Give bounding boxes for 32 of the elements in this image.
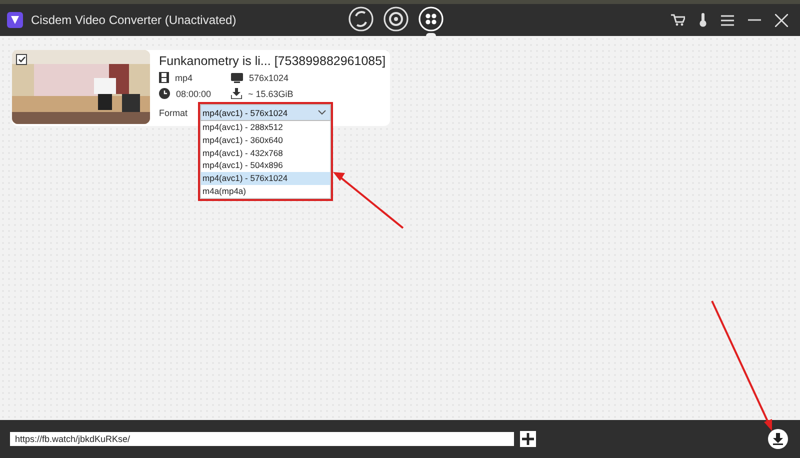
close-icon[interactable]	[775, 14, 788, 26]
format-option[interactable]: mp4(avc1) - 360x640	[200, 134, 330, 147]
monitor-icon	[231, 72, 243, 82]
minimize-icon[interactable]	[748, 19, 761, 21]
checkbox[interactable]	[16, 54, 27, 65]
resolution: 576x1024	[249, 72, 289, 82]
duration: 08:00:00	[176, 88, 212, 98]
menu-icon[interactable]	[721, 14, 734, 26]
format-option[interactable]: m4a(mp4a)	[200, 184, 330, 198]
format-option[interactable]: mp4(avc1) - 576x1024	[200, 172, 330, 185]
add-button[interactable]	[520, 431, 536, 447]
format-dropdown[interactable]: mp4(avc1) - 576x1024	[200, 104, 331, 121]
format-option[interactable]: mp4(avc1) - 504x896	[200, 159, 330, 172]
film-icon	[159, 72, 169, 83]
cart-icon[interactable]	[671, 14, 685, 26]
chevron-down-icon	[318, 110, 326, 115]
download-button[interactable]	[768, 429, 788, 449]
video-title: Funkanometry is li... [753899882961085]	[159, 54, 386, 68]
download-icon	[231, 88, 242, 99]
download-arrow-icon	[773, 433, 783, 445]
clock-icon	[159, 88, 170, 99]
format-label: Format	[159, 108, 188, 118]
url-field[interactable]: https://fb.watch/jbkdKuRKse/	[10, 432, 514, 446]
app-logo-icon	[7, 12, 23, 28]
thermometer-icon[interactable]	[699, 13, 707, 27]
window-title: Cisdem Video Converter (Unactivated)	[31, 13, 236, 27]
download-tab[interactable]	[417, 4, 445, 36]
format-option[interactable]: mp4(avc1) - 288x512	[200, 121, 330, 134]
container-format: mp4	[175, 72, 193, 82]
format-option[interactable]: mp4(avc1) - 432x768	[200, 146, 330, 160]
annotation-arrow	[333, 172, 404, 229]
file-size: ~ 15.63GiB	[248, 88, 294, 98]
